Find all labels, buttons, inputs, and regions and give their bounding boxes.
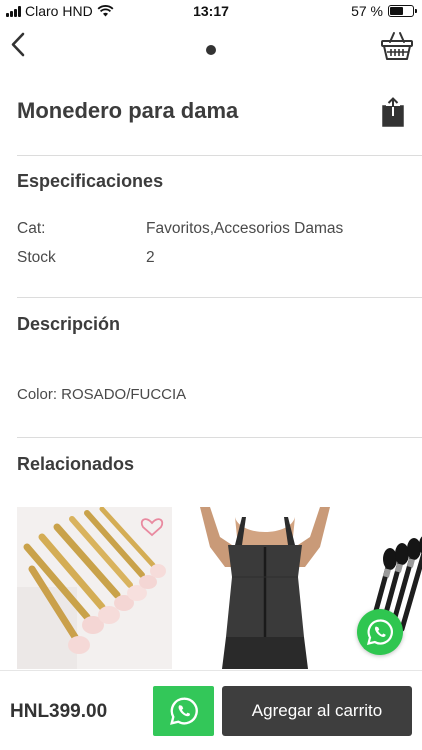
spec-label-stock: Stock xyxy=(17,249,56,266)
product-title: Monedero para dama xyxy=(17,98,239,123)
bottom-bar: HNL399.00 Agregar al carrito xyxy=(0,670,422,750)
spec-value-stock: 2 xyxy=(146,249,155,266)
description-heading: Descripción xyxy=(17,314,121,334)
divider xyxy=(17,155,422,156)
divider xyxy=(17,437,422,438)
spec-label-category: Cat: xyxy=(17,220,46,237)
battery-percent: 57 % xyxy=(351,3,383,19)
whatsapp-icon xyxy=(169,697,198,725)
waist-trainer-image xyxy=(180,507,350,669)
share-button[interactable] xyxy=(382,97,404,127)
spec-value-category: Favoritos,Accesorios Damas xyxy=(146,220,344,237)
back-button[interactable] xyxy=(6,28,32,62)
specs-heading: Especificaciones xyxy=(17,171,164,191)
share-icon xyxy=(382,97,404,127)
description-text: Color: ROSADO/FUCCIA xyxy=(17,386,187,403)
makeup-brushes-image xyxy=(17,507,172,669)
battery-icon xyxy=(388,5,417,17)
whatsapp-float-button[interactable] xyxy=(357,609,403,655)
related-product-waist-trainer[interactable] xyxy=(180,507,350,669)
whatsapp-icon xyxy=(366,619,393,645)
related-heading: Relacionados xyxy=(17,454,135,474)
chevron-left-icon xyxy=(11,32,25,57)
basket-icon xyxy=(381,32,413,60)
status-right: 57 % xyxy=(351,3,417,19)
related-product-brushes-gold[interactable] xyxy=(17,507,172,669)
add-to-cart-button[interactable]: Agregar al carrito xyxy=(222,686,412,736)
battery-fill xyxy=(390,7,403,15)
status-bar: Claro HND 13:17 57 % xyxy=(0,0,422,22)
product-price: HNL399.00 xyxy=(10,701,108,722)
page-indicator-dot xyxy=(206,45,216,55)
whatsapp-button[interactable] xyxy=(153,686,214,736)
divider xyxy=(17,297,422,298)
cart-button[interactable] xyxy=(380,30,414,62)
